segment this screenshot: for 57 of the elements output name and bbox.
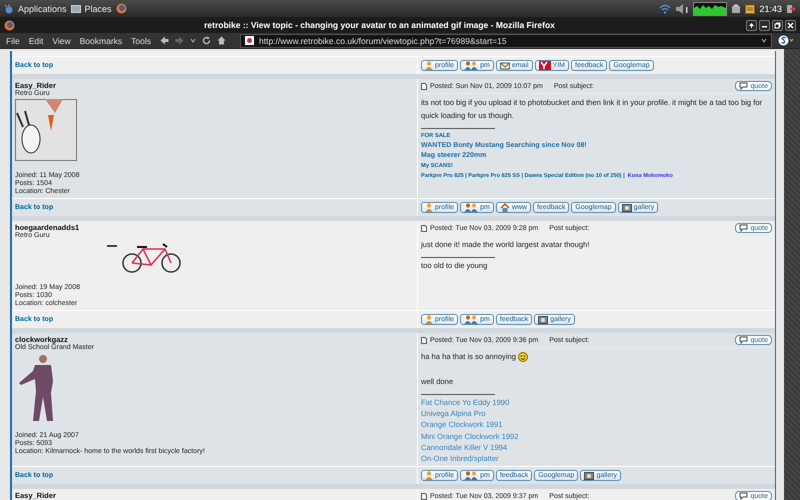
person-icon (425, 315, 433, 324)
person-icon (425, 203, 433, 212)
yahoo-logo-icon (538, 61, 551, 70)
post-icon (421, 492, 427, 500)
camera-icon (622, 203, 632, 212)
reload-icon[interactable] (202, 36, 211, 45)
clock[interactable]: 21:43 (759, 4, 782, 14)
speech-bubble-icon (739, 492, 748, 500)
people-icon (464, 315, 478, 324)
people-icon (464, 61, 478, 70)
tray-icon[interactable] (731, 4, 742, 14)
menu-item[interactable]: Bookmarks (80, 36, 122, 46)
wifi-icon[interactable] (659, 4, 672, 14)
menu-item[interactable]: Tools (131, 36, 151, 46)
scrollbar[interactable] (784, 49, 800, 500)
home-icon[interactable] (217, 36, 226, 45)
firefox-icon[interactable] (116, 3, 127, 14)
menu-item[interactable]: View (52, 36, 71, 46)
logout-icon[interactable] (786, 4, 796, 14)
camera-icon (538, 315, 548, 324)
people-icon (464, 471, 478, 480)
applications-menu[interactable]: Applications (18, 4, 67, 14)
firefox-icon (4, 20, 15, 30)
places-menu[interactable]: Places (84, 4, 112, 14)
close-button[interactable] (785, 20, 796, 30)
volume-icon[interactable] (675, 4, 690, 14)
speech-bubble-icon (739, 336, 748, 344)
url-bar[interactable]: http://www.retrobike.co.uk/forum/viewtopic.php?t=76989&start=15 (240, 34, 772, 48)
envelope-icon (500, 62, 510, 70)
minimize-button[interactable] (759, 20, 770, 30)
menu-item[interactable]: Edit (28, 36, 44, 46)
search-engine-icon[interactable] (778, 35, 794, 46)
dropdown-caret-icon[interactable] (761, 38, 767, 43)
speech-bubble-icon (739, 82, 748, 90)
folder-icon (70, 4, 81, 13)
camera-icon (584, 471, 594, 480)
post-icon (421, 82, 427, 90)
speech-bubble-icon (739, 224, 748, 232)
post-icon (421, 336, 427, 344)
house-icon (500, 203, 510, 212)
caret-icon[interactable] (190, 38, 196, 43)
back-icon[interactable] (160, 36, 169, 45)
person-icon (425, 471, 433, 480)
up-arrow-button[interactable] (746, 20, 757, 30)
close-icon (787, 22, 794, 28)
restore-icon (774, 22, 781, 28)
clipboard-icon[interactable] (745, 4, 756, 14)
site-icon (245, 36, 254, 45)
smiley-icon (518, 352, 528, 362)
up-arrow-icon (748, 22, 755, 28)
window-title: retrobike :: View topic - changing your avatar to an animated gif image - Mozilla Firefox (203, 20, 556, 30)
menu-item[interactable]: File (6, 36, 20, 46)
address-field[interactable]: http://www.retrobike.co.uk/forum/viewtopic.php?t=76989&start=15 (259, 36, 756, 46)
people-icon (464, 203, 478, 212)
restore-button[interactable] (772, 20, 783, 30)
person-icon (425, 61, 433, 70)
post-icon (421, 224, 427, 232)
